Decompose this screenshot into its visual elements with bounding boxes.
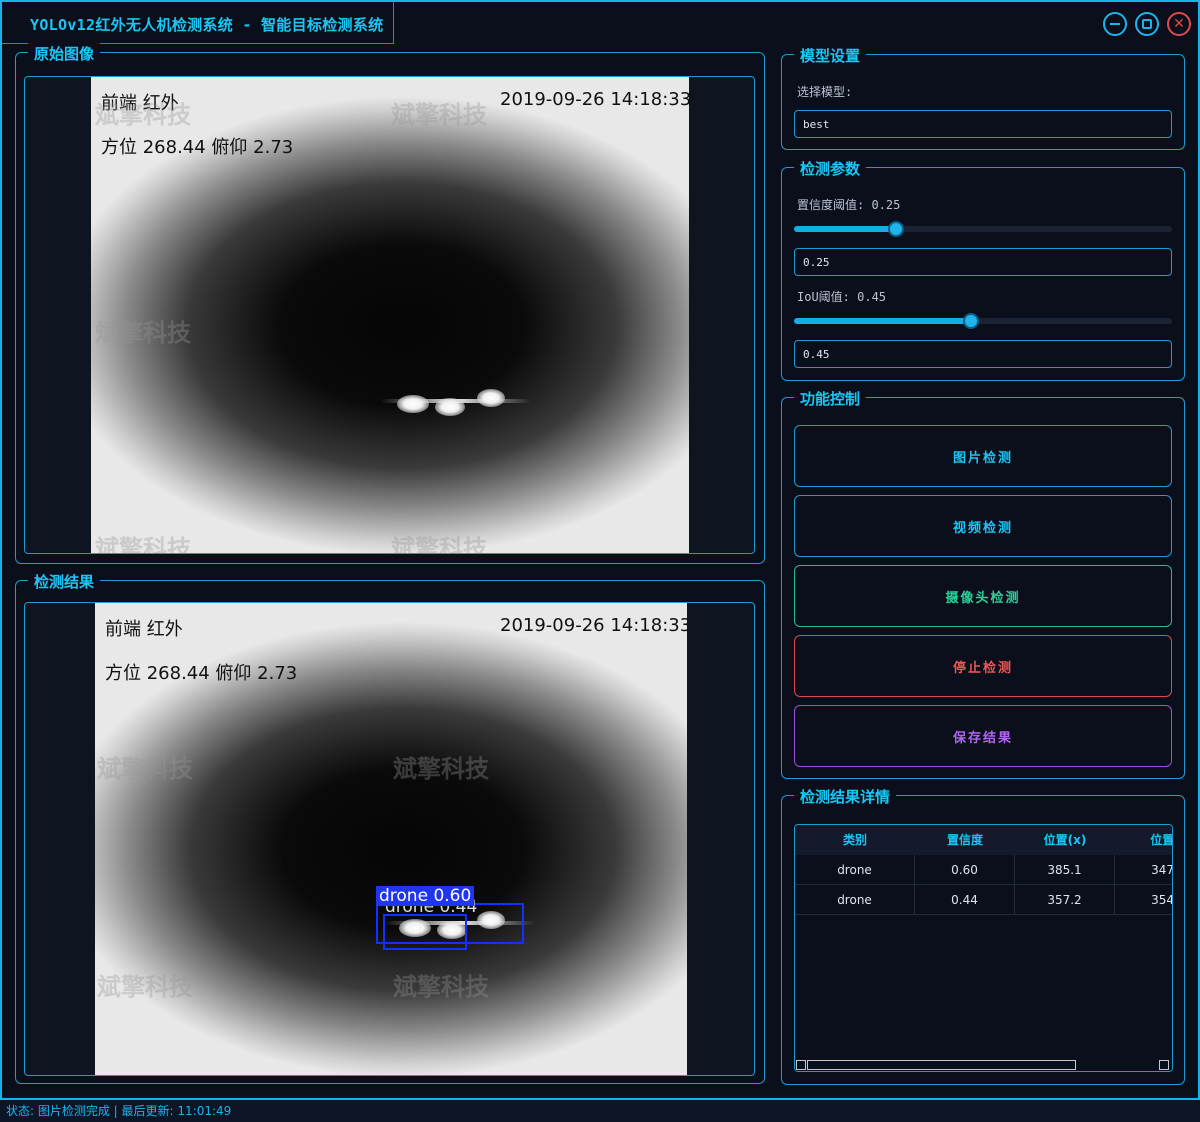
minimize-icon: [1110, 23, 1120, 25]
watermark: 斌擎科技: [95, 535, 191, 554]
result-overlay-timestamp: 2019-09-26 14:18:33: [500, 615, 687, 636]
model-select-value: best: [803, 117, 830, 131]
original-thermal-image: 前端 红外 方位 268.44 俯仰 2.73 2019-09-26 14:18…: [91, 77, 689, 554]
table-header: 类别 置信度 位置(x) 位置(: [795, 825, 1172, 855]
detect-params-title: 检测参数: [794, 158, 867, 179]
drone-rotor: [477, 389, 505, 407]
original-overlay-timestamp: 2019-09-26 14:18:33: [500, 89, 689, 110]
table-cell: drone: [795, 885, 915, 915]
watermark: 斌擎科技: [393, 973, 489, 1001]
detection-label: drone 0.60: [376, 886, 475, 906]
column-header[interactable]: 置信度: [915, 825, 1015, 855]
table-cell: 385.1: [1015, 855, 1115, 885]
video-detect-button[interactable]: 视频检测: [794, 495, 1172, 557]
detection-box: [383, 914, 467, 950]
result-image-title: 检测结果: [28, 571, 101, 592]
close-icon: ✕: [1173, 16, 1185, 32]
watermark: 斌擎科技: [393, 755, 489, 783]
column-header[interactable]: 位置(x): [1015, 825, 1115, 855]
original-overlay-angles: 方位 268.44 俯仰 2.73: [101, 137, 294, 158]
watermark: 斌擎科技: [391, 101, 487, 129]
watermark: 斌擎科技: [95, 319, 191, 347]
model-select[interactable]: best: [794, 110, 1172, 138]
minimize-button[interactable]: [1103, 12, 1127, 36]
model-settings-title: 模型设置: [794, 45, 867, 66]
horizontal-scrollbar[interactable]: [795, 1059, 1172, 1071]
column-header[interactable]: 类别: [795, 825, 915, 855]
iou-threshold-value: 0.45: [803, 347, 830, 361]
scroll-right-arrow[interactable]: [1159, 1060, 1169, 1070]
camera-detect-button[interactable]: 摄像头检测: [794, 565, 1172, 627]
maximize-icon: [1142, 19, 1152, 29]
iou-threshold-input[interactable]: 0.45: [794, 340, 1172, 368]
original-image-frame: 前端 红外 方位 268.44 俯仰 2.73 2019-09-26 14:18…: [24, 76, 755, 554]
table-cell: 347.: [1115, 855, 1172, 885]
iou-slider-handle[interactable]: [963, 313, 979, 329]
original-image-title: 原始图像: [28, 43, 101, 64]
table-cell: 0.60: [915, 855, 1015, 885]
result-thermal-image: 前端 红外 方位 268.44 俯仰 2.73 2019-09-26 14:18…: [95, 603, 687, 1075]
conf-slider-handle[interactable]: [888, 221, 904, 237]
table-row[interactable]: drone 0.60 385.1 347.: [795, 855, 1172, 885]
conf-threshold-label: 置信度阈值: 0.25: [797, 198, 901, 212]
function-control-title: 功能控制: [794, 388, 867, 409]
result-image-frame: 前端 红外 方位 268.44 俯仰 2.73 2019-09-26 14:18…: [24, 602, 755, 1076]
scroll-left-arrow[interactable]: [796, 1060, 806, 1070]
result-overlay-angles: 方位 268.44 俯仰 2.73: [105, 663, 298, 684]
conf-slider-fill: [794, 226, 896, 232]
model-select-label: 选择模型:: [797, 85, 853, 99]
column-header[interactable]: 位置(: [1115, 825, 1172, 855]
table-cell: 354.: [1115, 885, 1172, 915]
title-bar[interactable]: YOLOv12红外无人机检测系统 - 智能目标检测系统 ✕: [2, 2, 1198, 44]
watermark: 斌擎科技: [97, 973, 193, 1001]
table-cell: drone: [795, 855, 915, 885]
maximize-button[interactable]: [1135, 12, 1159, 36]
drone-rotor: [435, 398, 465, 416]
iou-slider-fill: [794, 318, 971, 324]
close-button[interactable]: ✕: [1167, 12, 1191, 36]
watermark: 斌擎科技: [391, 535, 487, 554]
drone-rotor: [397, 395, 429, 413]
conf-threshold-input[interactable]: 0.25: [794, 248, 1172, 276]
watermark: 斌擎科技: [97, 755, 193, 783]
conf-threshold-value: 0.25: [803, 255, 830, 269]
result-table[interactable]: 类别 置信度 位置(x) 位置( drone 0.60 385.1 347. d…: [794, 824, 1173, 1072]
save-result-button[interactable]: 保存结果: [794, 705, 1172, 767]
conf-threshold-slider[interactable]: [794, 221, 1172, 237]
app-title: YOLOv12红外无人机检测系统 - 智能目标检测系统: [30, 16, 384, 34]
result-overlay-mode: 前端 红外: [105, 619, 183, 640]
iou-threshold-label: IoU阈值: 0.45: [797, 290, 887, 304]
image-detect-button[interactable]: 图片检测: [794, 425, 1172, 487]
table-row[interactable]: drone 0.44 357.2 354.: [795, 885, 1172, 915]
stop-detect-button[interactable]: 停止检测: [794, 635, 1172, 697]
scrollbar-thumb[interactable]: [807, 1060, 1076, 1070]
table-cell: 357.2: [1015, 885, 1115, 915]
status-bar: 状态: 图片检测完成 | 最后更新: 11:01:49: [0, 1100, 1200, 1122]
table-cell: 0.44: [915, 885, 1015, 915]
original-overlay-mode: 前端 红外: [101, 93, 179, 114]
result-details-title: 检测结果详情: [794, 786, 897, 807]
iou-threshold-slider[interactable]: [794, 313, 1172, 329]
